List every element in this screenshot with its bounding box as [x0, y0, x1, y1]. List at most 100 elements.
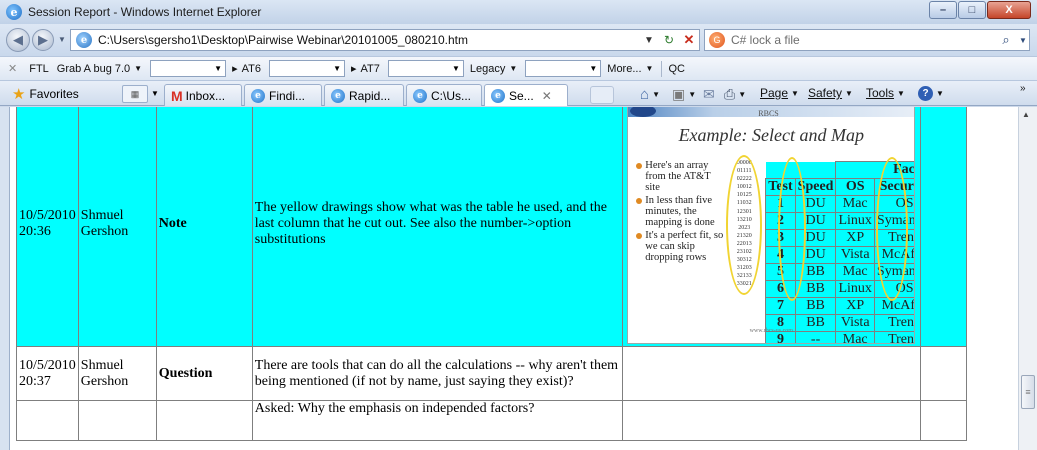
search-box[interactable]: G C# lock a file ⌕ ▼ [704, 29, 1030, 51]
toolbar-at6[interactable]: ▸ AT6 [232, 62, 261, 76]
row-text: The yellow drawings show what was the ta… [251, 107, 623, 347]
row-extra [919, 107, 967, 347]
tab-label: Rapid... [349, 88, 391, 103]
row-author [77, 400, 157, 441]
search-icon[interactable]: ⌕ [995, 32, 1017, 48]
toolbar-combo-2[interactable]: ▼ [268, 60, 345, 77]
toolbar-combo-3[interactable]: ▼ [387, 60, 464, 77]
scroll-up-icon[interactable]: ▲ [1022, 110, 1030, 119]
minimize-button[interactable]: – [929, 1, 957, 19]
help-button[interactable]: ? ▼ [918, 86, 944, 101]
row-attachment [621, 346, 921, 401]
close-tab-icon[interactable]: ✕ [542, 89, 552, 103]
slide-header-tag: RBCS [758, 109, 779, 118]
slide-table-cell: BB [794, 280, 837, 298]
ie-icon: e [491, 88, 505, 103]
history-dropdown-icon[interactable]: ▼ [58, 35, 66, 44]
forward-button[interactable]: ▶ [32, 29, 54, 51]
search-options-icon[interactable]: ▼ [1017, 36, 1029, 45]
toolbar-grab-a-bug-label: Grab A bug 7.0 [56, 62, 131, 75]
row-extra [919, 346, 967, 401]
title-bar: e Session Report - Windows Internet Expl… [0, 0, 1037, 24]
chevron-more-icon[interactable]: » [1020, 83, 1026, 94]
toolbar-close-icon[interactable]: ✕ [8, 62, 17, 75]
favorites-button[interactable]: ★ Favorites [6, 84, 85, 104]
print-button[interactable]: ⎙ ▼ [724, 86, 746, 103]
chevron-down-icon: ▼ [791, 88, 799, 98]
tab-list-dropdown-icon[interactable]: ▼ [151, 89, 159, 98]
read-mail-button[interactable]: ✉ [703, 86, 715, 103]
table-row: Asked: Why the emphasis on independed fa… [16, 400, 967, 441]
scroll-thumb[interactable]: ≡ [1021, 375, 1035, 409]
row-date [16, 400, 79, 441]
refresh-icon[interactable]: ↻ [659, 30, 679, 50]
tab-inbox[interactable]: M Inbox... [164, 84, 242, 106]
tab-rapid[interactable]: e Rapid... [324, 84, 404, 106]
toolbar-combo-4[interactable]: ▼ [525, 60, 602, 77]
tab-session-report[interactable]: e Se... ✕ [484, 84, 568, 106]
row-extra [919, 400, 967, 441]
stop-icon[interactable]: ✕ [679, 30, 699, 50]
row-text: There are tools that can do all the calc… [251, 346, 623, 401]
tab-label: Findi... [269, 88, 306, 103]
safety-menu[interactable]: Safety ▼ [808, 86, 853, 100]
toolbar-qc[interactable]: QC [668, 63, 685, 75]
slide-table-cell: Vista [835, 246, 875, 264]
tab-c-users[interactable]: e C:\Us... [406, 84, 482, 106]
favorites-tab-bar: ★ Favorites ▦ ▼ M Inbox... e Findi... e … [0, 80, 1037, 106]
toolbar-more[interactable]: More... ▼ [607, 63, 653, 75]
tab-label: Inbox... [185, 88, 226, 103]
slide-table-cell: McAfee [873, 297, 915, 315]
tab-label: C:\Us... [431, 88, 472, 103]
row-attachment: RBCS Example: Select and Map Here's an a… [621, 107, 921, 347]
toolbar-combo-1[interactable]: ▼ [150, 60, 227, 77]
maximize-button[interactable]: □ [958, 1, 986, 19]
toolbar-grab-a-bug[interactable]: Grab A bug 7.0 ▼ [57, 63, 142, 75]
ie-window: e Session Report - Windows Internet Expl… [0, 0, 1037, 450]
new-tab-button[interactable] [590, 86, 614, 104]
quick-tabs-icon[interactable]: ▦ [122, 85, 148, 103]
navigation-bar: ◀ ▶ ▼ e C:\Users\sgersho1\Desktop\Pairwi… [0, 24, 1037, 56]
slide-table-cell: Mac [835, 195, 875, 213]
feeds-button[interactable]: ▣ ▼ [672, 86, 696, 103]
slide-table-cell: XP [835, 297, 875, 315]
chevron-down-icon: ▼ [688, 90, 697, 99]
row-type [155, 400, 253, 441]
safety-menu-label: Safety [808, 86, 843, 100]
chevron-down-icon: ▼ [652, 90, 660, 99]
tools-menu[interactable]: Tools ▼ [866, 86, 905, 100]
gmail-icon: M [171, 87, 183, 104]
separator-icon: ▸ [232, 63, 238, 75]
back-button[interactable]: ◀ [6, 28, 30, 52]
window-title: Session Report - Windows Internet Explor… [28, 5, 262, 19]
address-dropdown-icon[interactable]: ▼ [639, 30, 659, 50]
row-author: Shmuel Gershon [77, 107, 157, 347]
close-button[interactable]: X [987, 1, 1031, 19]
feed-icon: ▣ [672, 86, 686, 102]
toolbar-at7[interactable]: ▸ AT7 [351, 62, 380, 76]
page-menu[interactable]: Page ▼ [760, 86, 799, 100]
chevron-down-icon: ▼ [845, 88, 853, 98]
slide-bullet: In less than five minutes, the mapping i… [636, 195, 726, 228]
search-input[interactable]: C# lock a file [731, 33, 995, 47]
tab-label: Se... [509, 88, 534, 103]
home-button[interactable]: ⌂ ▼ [640, 86, 660, 103]
toolbar-legacy[interactable]: Legacy ▼ [470, 63, 517, 75]
table-row: 10/5/2010 20:36 Shmuel Gershon Note The … [16, 107, 967, 347]
slide-image: RBCS Example: Select and Map Here's an a… [627, 107, 916, 344]
tab-findi[interactable]: e Findi... [244, 84, 322, 106]
address-bar[interactable]: e C:\Users\sgersho1\Desktop\Pairwise Web… [70, 29, 700, 51]
address-input[interactable]: C:\Users\sgersho1\Desktop\Pairwise Webin… [98, 33, 639, 47]
star-icon: ★ [12, 86, 26, 103]
ie-logo-icon: e [6, 4, 22, 20]
favorites-label: Favorites [29, 87, 79, 101]
slide-table-cell: OS [835, 178, 875, 196]
slide-bullets: Here's an array from the AT&T site In le… [636, 160, 726, 265]
row-text: Asked: Why the emphasis on independed fa… [251, 400, 623, 441]
toolbar-ftl[interactable]: FTL [29, 63, 49, 75]
ie-icon: e [413, 88, 427, 103]
search-provider-icon[interactable]: G [709, 32, 725, 48]
help-icon: ? [918, 86, 933, 101]
window-controls: – □ X [928, 1, 1031, 19]
vertical-scrollbar[interactable]: ▲ ≡ [1018, 107, 1037, 450]
